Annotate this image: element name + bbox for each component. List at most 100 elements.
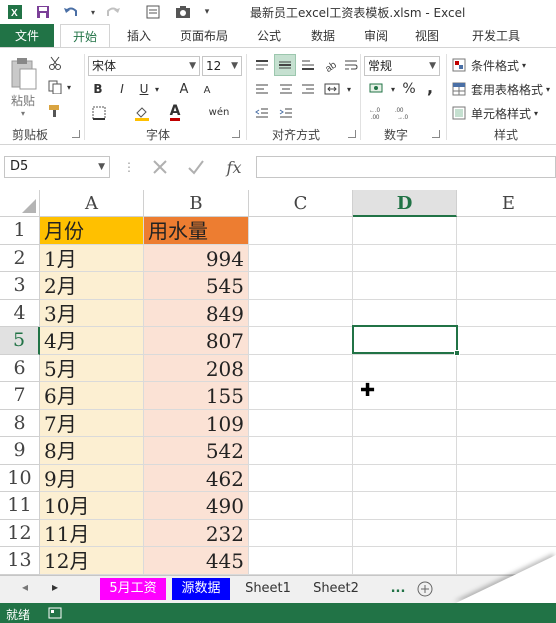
cell-empty[interactable] xyxy=(249,244,353,272)
number-launcher-icon[interactable] xyxy=(432,130,440,138)
align-top-icon[interactable] xyxy=(252,56,272,74)
cell-month[interactable]: 2月 xyxy=(40,272,144,300)
percent-button[interactable]: % xyxy=(400,80,418,98)
cell-water-usage[interactable]: 462 xyxy=(144,464,249,492)
paste-icon[interactable] xyxy=(6,56,40,92)
camera-icon[interactable] xyxy=(174,3,192,21)
tab-developer[interactable]: 开发工具 xyxy=(460,24,532,48)
accounting-dropdown-icon[interactable]: ▾ xyxy=(388,82,398,96)
tab-home[interactable]: 开始 xyxy=(60,24,110,48)
enter-icon[interactable] xyxy=(184,156,208,178)
worksheet-grid[interactable]: A B C D E 1 月份 用水量 2 1月 994 3 2月 545 4 3月 849 5 4月 807… xyxy=(0,190,556,575)
cell-water-usage[interactable]: 109 xyxy=(144,409,249,437)
fill-color-icon[interactable] xyxy=(132,104,152,122)
comma-button[interactable]: , xyxy=(422,78,438,97)
scroll-right-icon[interactable]: ▸ xyxy=(52,580,58,594)
header-cell-month[interactable]: 月份 xyxy=(40,217,144,245)
sheet-tab-source-data[interactable]: 源数据 xyxy=(172,578,230,600)
cell-empty[interactable] xyxy=(457,300,556,327)
redo-icon[interactable] xyxy=(104,3,122,21)
cancel-entry-icon[interactable] xyxy=(148,156,172,178)
cell-empty[interactable] xyxy=(457,327,556,355)
cell-empty[interactable] xyxy=(249,299,353,327)
conditional-formatting-button[interactable]: 条件格式 ▾ xyxy=(452,56,556,74)
row-header[interactable]: 4 xyxy=(0,299,40,327)
tab-page-layout[interactable]: 页面布局 xyxy=(172,24,236,48)
cell-empty[interactable] xyxy=(353,437,457,465)
merge-center-icon[interactable] xyxy=(320,80,344,98)
clipboard-launcher-icon[interactable] xyxy=(72,130,80,138)
border-icon[interactable] xyxy=(88,104,110,122)
cell-month[interactable]: 4月 xyxy=(40,327,144,355)
select-all-corner[interactable] xyxy=(0,190,40,217)
cell-month[interactable]: 11月 xyxy=(40,519,144,547)
cell-empty[interactable] xyxy=(353,464,457,492)
accounting-format-icon[interactable] xyxy=(366,80,388,98)
cell-empty[interactable] xyxy=(249,464,353,492)
save-icon[interactable] xyxy=(34,3,52,21)
cell-water-usage[interactable]: 545 xyxy=(144,272,249,300)
sheet-tab-may-salary[interactable]: 5月工资 xyxy=(100,578,166,600)
column-header-e[interactable]: E xyxy=(457,190,556,217)
cell-month[interactable]: 9月 xyxy=(40,464,144,492)
alignment-launcher-icon[interactable] xyxy=(348,130,356,138)
number-format-select[interactable]: 常规 ▼ xyxy=(364,56,440,76)
cell-month[interactable]: 3月 xyxy=(40,299,144,327)
italic-button[interactable]: I xyxy=(114,80,130,98)
sheet-tab-sheet1[interactable]: Sheet1 xyxy=(238,578,298,600)
row-header[interactable]: 1 xyxy=(0,217,40,245)
cell-empty[interactable] xyxy=(249,492,353,520)
increase-indent-icon[interactable] xyxy=(276,104,296,122)
row-header[interactable]: 6 xyxy=(0,354,40,382)
row-header[interactable]: 5 xyxy=(0,327,40,355)
cell-water-usage[interactable]: 155 xyxy=(144,382,249,410)
font-name-select[interactable]: 宋体 ▼ xyxy=(88,56,200,76)
font-size-select[interactable]: 12 ▼ xyxy=(202,56,242,76)
cell-empty[interactable] xyxy=(457,245,556,272)
underline-button[interactable]: U xyxy=(136,80,152,98)
undo-dropdown-icon[interactable]: ▾ xyxy=(84,3,102,21)
copy-dropdown-icon[interactable]: ▾ xyxy=(64,82,74,92)
align-bottom-icon[interactable] xyxy=(298,56,318,74)
cell-month[interactable]: 5月 xyxy=(40,354,144,382)
row-header[interactable]: 2 xyxy=(0,244,40,272)
cell-empty[interactable] xyxy=(353,519,457,547)
cell-empty[interactable] xyxy=(249,327,353,355)
format-as-table-button[interactable]: 套用表格格式 ▾ xyxy=(452,80,556,98)
font-launcher-icon[interactable] xyxy=(232,130,240,138)
tab-insert[interactable]: 插入 xyxy=(116,24,162,48)
cell-empty[interactable] xyxy=(353,409,457,437)
copy-icon[interactable] xyxy=(46,78,64,96)
cell-empty[interactable] xyxy=(457,382,556,410)
insert-function-icon[interactable]: fx xyxy=(220,156,248,178)
paste-dropdown-icon[interactable]: ▾ xyxy=(16,108,30,118)
cell-empty[interactable] xyxy=(457,492,556,520)
cell-water-usage[interactable]: 542 xyxy=(144,437,249,465)
cell-empty[interactable] xyxy=(353,354,457,382)
cell-empty[interactable] xyxy=(457,437,556,465)
cell-month[interactable]: 7月 xyxy=(40,409,144,437)
align-right-icon[interactable] xyxy=(298,80,318,98)
cell-water-usage[interactable]: 849 xyxy=(144,299,249,327)
cell-empty[interactable] xyxy=(249,272,353,300)
align-center-icon[interactable] xyxy=(276,80,296,98)
underline-dropdown-icon[interactable]: ▾ xyxy=(152,82,162,96)
row-header[interactable]: 12 xyxy=(0,519,40,547)
phonetic-button[interactable]: wén xyxy=(208,102,230,122)
tab-review[interactable]: 审阅 xyxy=(354,24,398,48)
fill-handle[interactable] xyxy=(454,350,460,356)
row-header[interactable]: 8 xyxy=(0,409,40,437)
tab-data[interactable]: 数据 xyxy=(300,24,346,48)
column-header-c[interactable]: C xyxy=(249,190,353,217)
tab-view[interactable]: 视图 xyxy=(404,24,450,48)
tab-file[interactable]: 文件 xyxy=(0,24,54,48)
cell-empty[interactable] xyxy=(249,547,353,575)
paste-button-label[interactable]: 粘贴 xyxy=(8,92,38,108)
undo-icon[interactable] xyxy=(62,3,80,21)
cell-month[interactable]: 1月 xyxy=(40,244,144,272)
active-cell-selection[interactable] xyxy=(352,325,460,356)
cell-empty[interactable] xyxy=(353,547,457,575)
sheet-tab-sheet2[interactable]: Sheet2 xyxy=(306,578,366,600)
cell-empty[interactable] xyxy=(249,354,353,382)
cell-month[interactable]: 6月 xyxy=(40,382,144,410)
